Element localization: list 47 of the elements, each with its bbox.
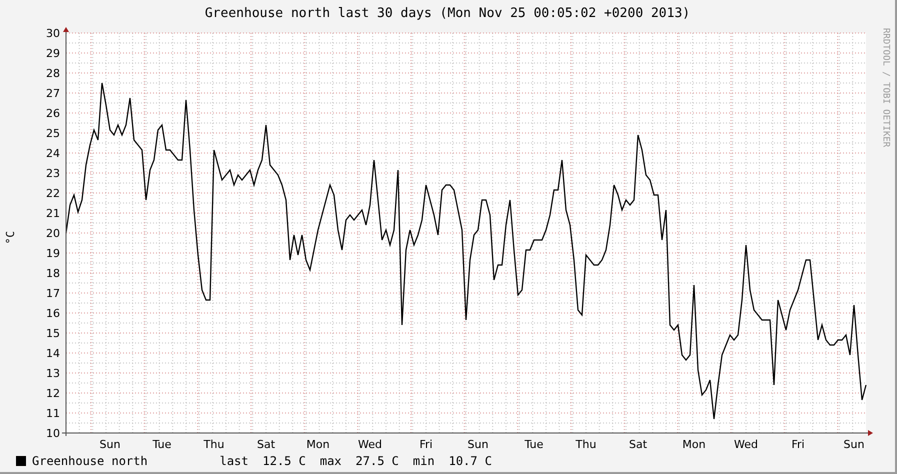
y-tick-label: 27 xyxy=(46,87,60,100)
y-tick-label: 28 xyxy=(46,67,60,80)
legend-swatch-icon xyxy=(16,456,26,466)
y-tick-label: 14 xyxy=(46,347,60,360)
x-tick-label: Thu xyxy=(204,438,224,450)
y-tick-label: 22 xyxy=(46,187,60,200)
x-tick-label: Tue xyxy=(524,438,544,450)
y-tick-label: 25 xyxy=(46,127,60,140)
legend-series-name: Greenhouse north xyxy=(32,454,148,468)
legend-stat-label: max xyxy=(320,454,342,468)
x-tick-label: Mon xyxy=(306,438,330,450)
watermark-text: RRDTOOL / TOBI OETIKER xyxy=(880,28,890,150)
y-tick-label: 20 xyxy=(46,227,60,240)
y-tick-label: 16 xyxy=(46,307,60,320)
y-tick-label: 15 xyxy=(46,327,60,340)
y-tick-label: 24 xyxy=(46,147,60,160)
x-tick-label: Sun xyxy=(100,438,120,450)
x-tick-label: Sat xyxy=(628,438,648,450)
x-tick-label: Wed xyxy=(734,438,758,450)
legend-stat-value: 10.7 C xyxy=(448,454,492,468)
x-tick-label: Sun xyxy=(844,438,864,450)
x-tick-label: Sat xyxy=(256,438,276,450)
x-tick-label: Fri xyxy=(791,438,805,450)
y-tick-label: 23 xyxy=(46,167,60,180)
y-tick-label: 17 xyxy=(46,287,60,300)
y-tick-label: 12 xyxy=(46,387,60,400)
graph-title: Greenhouse north last 30 days (Mon Nov 25 00:05:02 +0200 2013) xyxy=(204,4,692,22)
x-tick-label: Wed xyxy=(358,438,382,450)
x-tick-label: Thu xyxy=(576,438,596,450)
y-tick-label: 18 xyxy=(46,267,60,280)
y-tick-label: 30 xyxy=(46,27,60,40)
y-tick-label: 19 xyxy=(46,247,60,260)
x-tick-label: Sun xyxy=(468,438,488,450)
y-tick-label: 21 xyxy=(46,207,60,220)
legend-stat-label: min xyxy=(412,454,435,468)
y-tick-label: 10 xyxy=(46,427,60,440)
y-tick-label: 29 xyxy=(46,47,60,60)
y-tick-label: 26 xyxy=(46,107,60,120)
x-tick-label: Fri xyxy=(419,438,433,450)
legend-stat-label: last xyxy=(220,454,248,468)
y-axis-label: °C xyxy=(4,231,16,245)
x-tick-label: Tue xyxy=(152,438,172,450)
y-tick-label: 13 xyxy=(46,367,60,380)
legend-stat-value: 27.5 C xyxy=(356,454,399,468)
x-tick-label: Mon xyxy=(682,438,706,450)
y-tick-label: 11 xyxy=(46,407,60,420)
legend-stat-value: 12.5 C xyxy=(262,454,306,468)
